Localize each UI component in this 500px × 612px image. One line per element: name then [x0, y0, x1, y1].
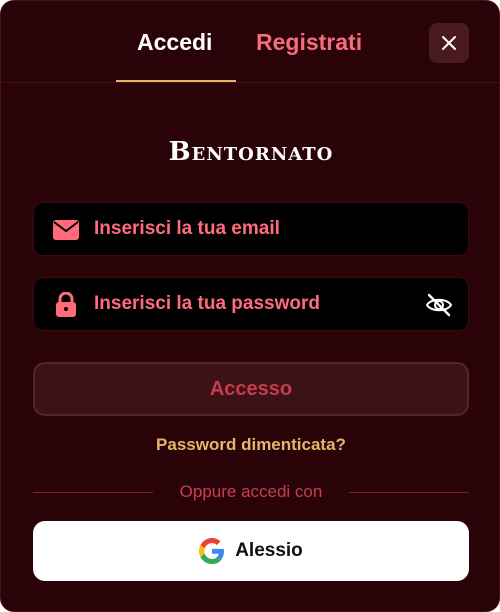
tab-register[interactable]: Registrati [256, 29, 362, 56]
page-title: Bentornato [168, 137, 334, 167]
login-submit-button[interactable]: Accesso [33, 362, 469, 416]
active-tab-indicator [116, 80, 236, 82]
divider-line-right [349, 492, 469, 493]
forgot-password-link[interactable]: Password dimenticata? [1, 435, 499, 455]
eye-slash-icon[interactable] [424, 290, 454, 320]
divider: Oppure accedi con [33, 482, 469, 502]
close-button[interactable] [429, 23, 469, 63]
google-account-name: Alessio [235, 540, 303, 561]
password-input[interactable] [94, 278, 424, 330]
google-icon [199, 538, 225, 564]
auth-tabs: Accedi Registrati [1, 1, 499, 83]
tab-login[interactable]: Accedi [137, 29, 212, 56]
email-field-wrapper [33, 202, 469, 256]
email-input[interactable] [94, 203, 424, 255]
lock-icon [52, 291, 80, 319]
login-modal: Accedi Registrati Bentornato Inserisci l… [0, 0, 500, 612]
password-field-wrapper [33, 277, 469, 331]
envelope-icon [52, 216, 80, 244]
close-icon [442, 36, 456, 50]
google-signin-button[interactable]: Alessio [33, 521, 469, 581]
